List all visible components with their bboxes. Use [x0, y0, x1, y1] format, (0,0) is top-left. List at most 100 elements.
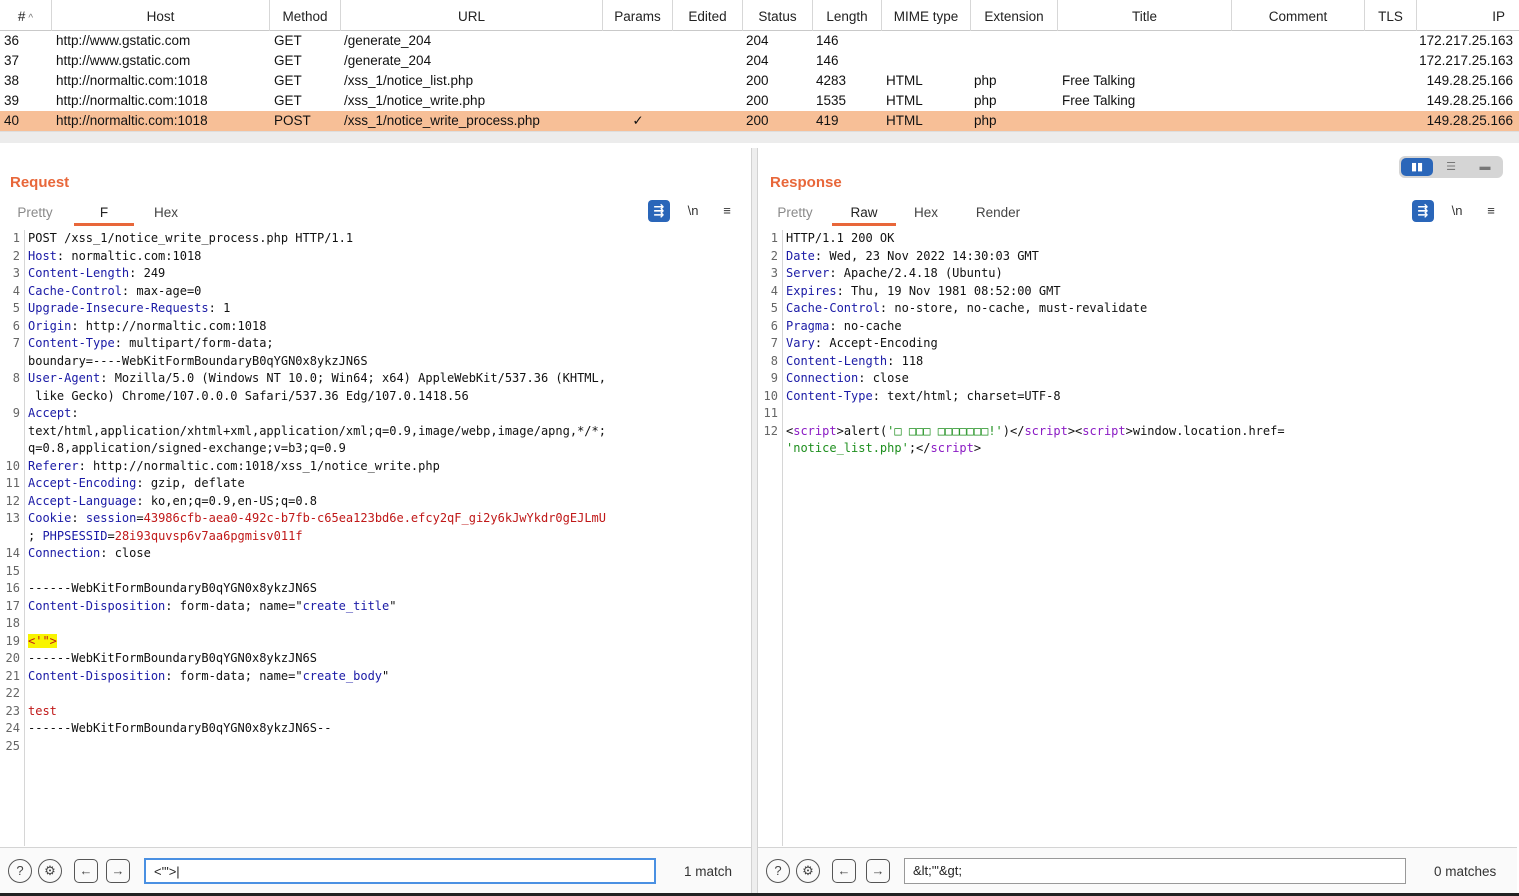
column-header-params[interactable]: Params — [603, 0, 673, 31]
tab-pretty[interactable]: Pretty — [770, 202, 820, 226]
line-text: boundary=----WebKitFormBoundaryB0qYGN0x8… — [28, 353, 368, 371]
newline-toggle-icon[interactable]: \n — [1446, 200, 1468, 222]
line-number: 5 — [12, 301, 20, 315]
line-number: 21 — [5, 668, 20, 683]
cell-status: 204 — [746, 33, 769, 48]
response-search-bar: ? ⚙ ← → &lt;'"&gt; 0 matches — [758, 847, 1517, 893]
settings-gear-icon[interactable]: ⚙ — [38, 859, 62, 883]
next-match-arrow-icon[interactable]: → — [106, 859, 130, 883]
side-by-side-layout-icon[interactable]: ▮▮ — [1401, 158, 1433, 176]
line-text: Content-Type: text/html; charset=UTF-8 — [786, 388, 1061, 406]
cell-mime: HTML — [886, 93, 923, 108]
code-token: 43986cfb-aea0-492c-b7fb-c65ea123bd6e.efc… — [143, 511, 606, 525]
table-row[interactable]: 38 http://normaltic.com:1018 GET/xss_1/not… — [0, 71, 1519, 91]
code-token: Pragma — [786, 318, 830, 333]
code-token: script — [1024, 423, 1068, 438]
help-icon[interactable]: ? — [8, 859, 32, 883]
cell-params: ✓ — [632, 113, 644, 128]
column-header-mime-type[interactable]: MIME type — [882, 0, 971, 31]
line-text: Content-Disposition: form-data; name="cr… — [28, 598, 397, 616]
menu-icon[interactable]: ≡ — [716, 200, 738, 222]
code-token: ------WebKitFormBoundaryB0qYGN0x8ykzJN6S — [28, 581, 317, 595]
code-token: : form-data; name=" — [165, 598, 303, 613]
column-header-label: Params — [614, 9, 661, 24]
single-pane-layout-icon[interactable]: ▬ — [1469, 158, 1501, 176]
code-token: Server — [786, 266, 830, 280]
code-token: : form-data; name=" — [165, 668, 303, 683]
table-row[interactable]: 37 http://www.gstatic.com GET/generate_204… — [0, 51, 1519, 71]
request-match-count: 1 match — [684, 864, 733, 879]
history-horizontal-scrollbar[interactable] — [0, 131, 1519, 143]
cell-host: http://normaltic.com:1018 — [56, 73, 208, 88]
column-header-host[interactable]: Host — [52, 0, 270, 31]
cell-host: http://www.gstatic.com — [56, 53, 191, 68]
column-header-length[interactable]: Length — [813, 0, 882, 31]
cell-url: /xss_1/notice_list.php — [344, 73, 474, 88]
column-header-label: Extension — [984, 9, 1044, 24]
cell-ext: php — [974, 113, 997, 128]
column-header-label: Edited — [688, 9, 727, 24]
next-match-arrow-icon[interactable]: → — [866, 859, 890, 883]
column-header-comment[interactable]: Comment — [1232, 0, 1365, 31]
code-token: : — [71, 511, 86, 525]
column-header-status[interactable]: Status — [743, 0, 813, 31]
table-row[interactable]: 39 http://normaltic.com:1018 GET/xss_1/not… — [0, 91, 1519, 111]
response-search-input[interactable]: &lt;'"&gt; — [904, 858, 1406, 884]
newline-toggle-icon[interactable]: \n — [682, 200, 704, 222]
request-search-input[interactable]: <'">| — [144, 858, 656, 884]
column-header-ip[interactable]: IP — [1417, 0, 1519, 31]
column-header-edited[interactable]: Edited — [673, 0, 743, 31]
cell-params — [603, 51, 673, 71]
line-text: Accept-Encoding: gzip, deflate — [28, 475, 245, 493]
tab-raw[interactable]: Raw — [832, 202, 896, 226]
cell-length: 419 — [816, 113, 839, 128]
help-icon[interactable]: ? — [766, 859, 790, 883]
tab-hex[interactable]: Hex — [904, 202, 948, 226]
column-header-number[interactable]: # ^ — [0, 0, 52, 31]
cell-ext — [974, 51, 1054, 71]
cell-id: 37 — [4, 53, 20, 68]
previous-match-arrow-icon[interactable]: ← — [74, 859, 98, 883]
stacked-layout-icon[interactable]: ☰ — [1435, 158, 1467, 176]
column-header-title[interactable]: Title — [1058, 0, 1232, 31]
tab-f[interactable]: F — [74, 202, 134, 226]
table-row[interactable]: 36 http://www.gstatic.com GET/generate_204… — [0, 31, 1519, 51]
line-text: Content-Disposition: form-data; name="cr… — [28, 668, 389, 686]
wrap-toggle-icon[interactable]: ⇶ — [1412, 200, 1434, 222]
proxy-history-table: # ^ Host Method URL Params Edited Status Length M… — [0, 0, 1519, 143]
wrap-toggle-icon[interactable]: ⇶ — [648, 200, 670, 222]
code-token: script — [793, 423, 837, 438]
code-token: session — [85, 511, 137, 525]
table-row[interactable]: 40 http://normaltic.com:1018 POST/xss_1/no… — [0, 111, 1519, 131]
cell-length: 146 — [816, 53, 839, 68]
menu-icon[interactable]: ≡ — [1480, 200, 1502, 222]
column-header-tls[interactable]: TLS — [1365, 0, 1417, 31]
column-header-extension[interactable]: Extension — [971, 0, 1058, 31]
response-editor[interactable]: 1 HTTP/1.1 200 OK 2 Date: Wed, 23 Nov 2022 … — [758, 230, 1517, 846]
cell-id: 38 — [4, 73, 20, 88]
code-token: >window.location.href= — [1125, 423, 1285, 438]
column-header-method[interactable]: Method — [270, 0, 341, 31]
line-text: q=0.8,application/signed-exchange;v=b3;q… — [28, 440, 346, 458]
cell-title — [1062, 31, 1230, 51]
column-header-label: TLS — [1378, 9, 1403, 24]
cell-url: /xss_1/notice_write.php — [344, 93, 486, 108]
column-header-url[interactable]: URL — [341, 0, 603, 31]
request-search-bar: ? ⚙ ← → <'">| 1 match — [0, 847, 751, 893]
tab-render[interactable]: Render — [964, 202, 1032, 226]
code-token: : 118 — [887, 353, 924, 368]
line-text: Date: Wed, 23 Nov 2022 14:30:03 GMT — [786, 248, 1039, 266]
line-number: 6 — [770, 318, 778, 333]
tab-hex[interactable]: Hex — [142, 202, 190, 226]
code-token: Content-Length — [28, 266, 130, 280]
tab-pretty[interactable]: Pretty — [8, 202, 62, 226]
request-editor[interactable]: 1 POST /xss_1/notice_write_process.php HT… — [0, 230, 751, 846]
line-text: 'notice_list.php';</script> — [786, 440, 981, 458]
previous-match-arrow-icon[interactable]: ← — [832, 859, 856, 883]
code-token: = — [107, 528, 115, 543]
cell-method: POST — [274, 113, 311, 128]
settings-gear-icon[interactable]: ⚙ — [796, 859, 820, 883]
code-token: Connection — [28, 546, 101, 560]
line-text: User-Agent: Mozilla/5.0 (Windows NT 10.0… — [28, 370, 606, 388]
code-token: Host — [28, 248, 57, 263]
